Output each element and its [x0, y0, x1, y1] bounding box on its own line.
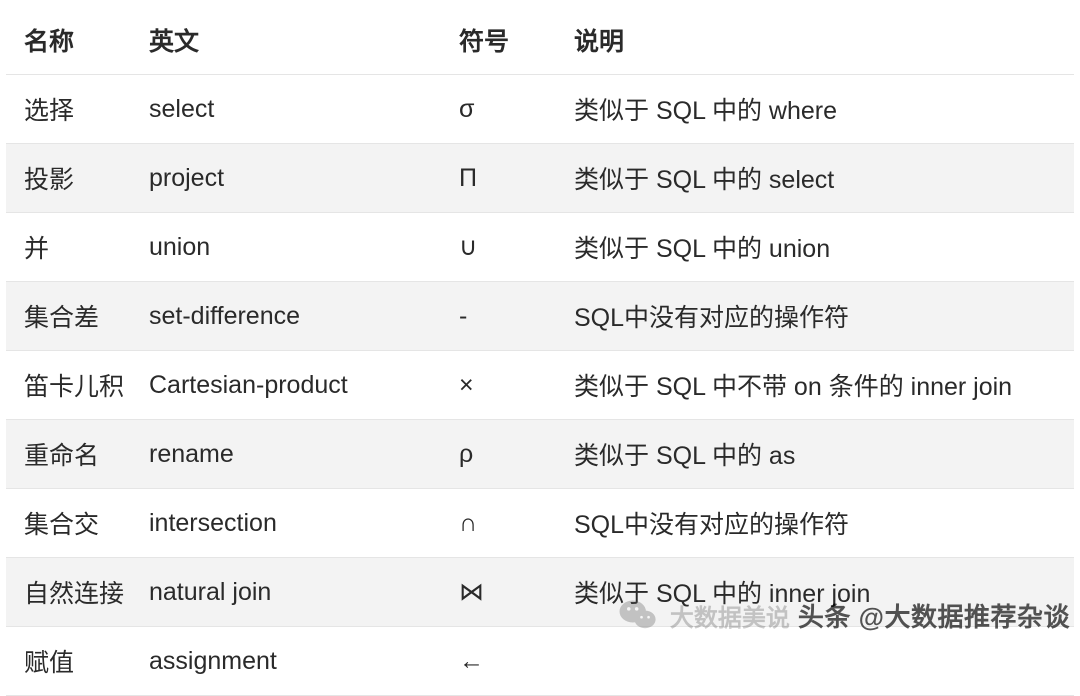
cell-name: 投影	[6, 144, 131, 213]
cell-english: set-difference	[131, 282, 441, 351]
cell-symbol: ∩	[441, 489, 556, 558]
cell-desc: SQL中没有对应的操作符	[556, 489, 1074, 558]
cell-symbol: ⋈	[441, 558, 556, 627]
cell-name: 选择	[6, 75, 131, 144]
cell-english: natural join	[131, 558, 441, 627]
table-row: 笛卡儿积 Cartesian-product × 类似于 SQL 中不带 on …	[6, 351, 1074, 420]
table-row: 赋值 assignment ←	[6, 627, 1074, 696]
relational-algebra-table: 名称 英文 符号 说明 选择 select σ 类似于 SQL 中的 where…	[6, 6, 1074, 696]
table-row: 自然连接 natural join ⋈ 类似于 SQL 中的 inner joi…	[6, 558, 1074, 627]
cell-symbol: Π	[441, 144, 556, 213]
cell-desc: SQL中没有对应的操作符	[556, 282, 1074, 351]
cell-symbol: ←	[441, 627, 556, 696]
cell-symbol: ×	[441, 351, 556, 420]
cell-symbol: -	[441, 282, 556, 351]
cell-english: project	[131, 144, 441, 213]
cell-english: union	[131, 213, 441, 282]
table-row: 投影 project Π 类似于 SQL 中的 select	[6, 144, 1074, 213]
table-row: 集合差 set-difference - SQL中没有对应的操作符	[6, 282, 1074, 351]
table-row: 重命名 rename ρ 类似于 SQL 中的 as	[6, 420, 1074, 489]
cell-name: 自然连接	[6, 558, 131, 627]
cell-english: intersection	[131, 489, 441, 558]
cell-desc: 类似于 SQL 中不带 on 条件的 inner join	[556, 351, 1074, 420]
cell-english: Cartesian-product	[131, 351, 441, 420]
table-row: 集合交 intersection ∩ SQL中没有对应的操作符	[6, 489, 1074, 558]
header-english: 英文	[131, 6, 441, 75]
cell-desc: 类似于 SQL 中的 select	[556, 144, 1074, 213]
header-name: 名称	[6, 6, 131, 75]
cell-symbol: σ	[441, 75, 556, 144]
cell-name: 集合差	[6, 282, 131, 351]
cell-symbol: ρ	[441, 420, 556, 489]
header-symbol: 符号	[441, 6, 556, 75]
cell-english: rename	[131, 420, 441, 489]
cell-name: 笛卡儿积	[6, 351, 131, 420]
cell-name: 集合交	[6, 489, 131, 558]
table-row: 并 union ∪ 类似于 SQL 中的 union	[6, 213, 1074, 282]
cell-english: assignment	[131, 627, 441, 696]
cell-desc: 类似于 SQL 中的 as	[556, 420, 1074, 489]
cell-desc: 类似于 SQL 中的 inner join	[556, 558, 1074, 627]
cell-desc: 类似于 SQL 中的 union	[556, 213, 1074, 282]
cell-name: 重命名	[6, 420, 131, 489]
cell-name: 赋值	[6, 627, 131, 696]
table-row: 选择 select σ 类似于 SQL 中的 where	[6, 75, 1074, 144]
header-desc: 说明	[556, 6, 1074, 75]
cell-english: select	[131, 75, 441, 144]
table-header-row: 名称 英文 符号 说明	[6, 6, 1074, 75]
cell-symbol: ∪	[441, 213, 556, 282]
cell-desc	[556, 627, 1074, 696]
cell-desc: 类似于 SQL 中的 where	[556, 75, 1074, 144]
cell-name: 并	[6, 213, 131, 282]
